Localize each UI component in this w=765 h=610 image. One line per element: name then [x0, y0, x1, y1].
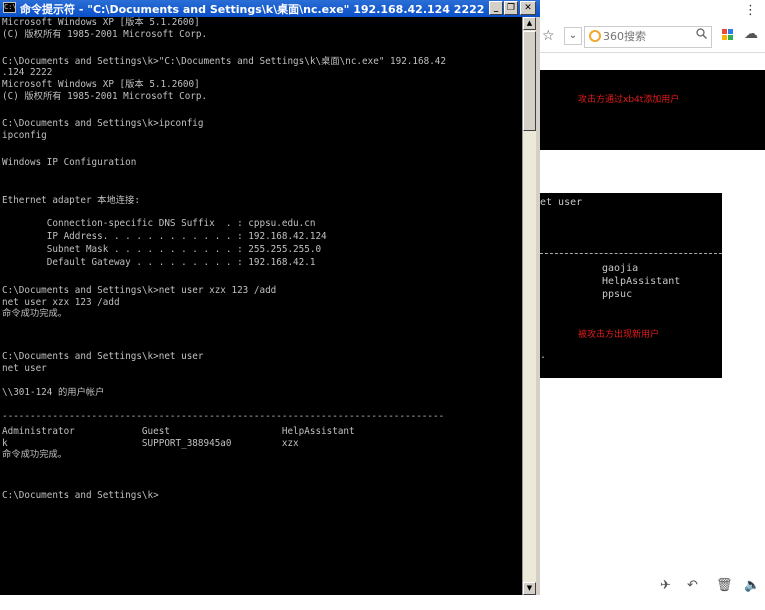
victim-netuser-text: et user	[540, 197, 583, 208]
console-line: C:\Documents and Settings\k>"C:\Document…	[2, 56, 446, 67]
more-menu-icon[interactable]: ⋮	[744, 3, 757, 18]
undo-icon[interactable]: ↶	[687, 578, 698, 593]
apps-square	[728, 29, 733, 34]
search-box[interactable]	[584, 26, 712, 48]
cmd-window: C:\ 命令提示符 - "C:\Documents and Settings\k…	[0, 0, 540, 595]
trash-icon[interactable]: 🗑	[716, 578, 733, 593]
attacker-screenshot-panel	[540, 70, 765, 150]
console-line: Microsoft Windows XP [版本 5.1.2600]	[2, 17, 200, 28]
console-line: Microsoft Windows XP [版本 5.1.2600]	[2, 79, 200, 90]
360-logo-icon	[589, 30, 601, 42]
cloud-sync-icon[interactable]: ☁	[744, 26, 758, 42]
console-line: C:\Documents and Settings\k>ipconfig	[2, 118, 204, 129]
cmd-window-icon[interactable]: C:\	[3, 2, 17, 13]
console-line: 命令成功完成。	[2, 449, 68, 460]
console-line: net user	[2, 363, 47, 374]
browser-titlebar: ⋮	[530, 0, 765, 22]
console-line: Administrator Guest HelpAssistant	[2, 426, 355, 437]
console-line: Subnet Mask . . . . . . . . . . . : 255.…	[2, 244, 322, 255]
close-button[interactable]: ✕	[520, 1, 536, 15]
apps-grid-icon[interactable]	[722, 29, 734, 41]
console-line: C:\Documents and Settings\k>net user xzx…	[2, 285, 277, 296]
scroll-thumb[interactable]	[523, 31, 536, 131]
speaker-icon[interactable]: 🔈	[744, 578, 760, 593]
console-line: (C) 版权所有 1985-2001 Microsoft Corp.	[2, 91, 208, 102]
dropdown-chevron-icon[interactable]: ⌄	[564, 27, 582, 45]
victim-caption: 被攻击方出现新用户	[578, 330, 660, 340]
browser-statusbar: ✈ ↶ 🗑 🔈	[540, 572, 765, 600]
console-line: 命令成功完成。	[2, 308, 68, 319]
console-line: (C) 版权所有 1985-2001 Microsoft Corp.	[2, 29, 208, 40]
console-line: C:\Documents and Settings\k>net user	[2, 351, 204, 362]
victim-user: ppsuc	[602, 289, 633, 300]
search-icon[interactable]	[696, 28, 707, 42]
attacker-caption: 攻击方通过xb4t添加用户	[578, 95, 680, 105]
console-line: Ethernet adapter 本地连接:	[2, 195, 140, 206]
console-line: ipconfig	[2, 130, 47, 141]
cmd-window-title: 命令提示符 - "C:\Documents and Settings\k\桌面\…	[20, 3, 485, 16]
console-line: Windows IP Configuration	[2, 157, 137, 168]
scroll-up-arrow-icon[interactable]: ▲	[523, 17, 536, 30]
apps-square	[728, 35, 733, 40]
minimize-button[interactable]: _	[489, 1, 503, 15]
restore-button[interactable]: ❐	[504, 1, 518, 15]
console-line: IP Address. . . . . . . . . . . . : 192.…	[2, 231, 327, 242]
console-line: Connection-specific DNS Suffix . : cppsu…	[2, 218, 316, 229]
victim-user: HelpAssistant	[602, 276, 681, 287]
cmd-window-border	[536, 17, 540, 595]
cmd-titlebar[interactable]: C:\ 命令提示符 - "C:\Documents and Settings\k…	[0, 0, 540, 17]
victim-user: gaojia	[602, 263, 639, 274]
scroll-down-arrow-icon[interactable]: ▼	[523, 582, 536, 595]
console-line: \\301-124 的用户帐户	[2, 387, 105, 398]
apps-square	[722, 29, 727, 34]
console-line: net user xzx 123 /add	[2, 297, 120, 308]
search-input[interactable]	[603, 28, 683, 44]
console-line: .124 2222	[2, 67, 53, 78]
victim-separator	[540, 253, 722, 254]
vertical-scrollbar[interactable]: ▲ ▼	[522, 17, 536, 595]
console-line: ----------------------------------------…	[2, 411, 445, 422]
browser-toolbar: ☆ ⌄ ☁	[530, 22, 765, 53]
console-line: Default Gateway . . . . . . . . . : 192.…	[2, 257, 316, 268]
console-line: C:\Documents and Settings\k>	[2, 490, 159, 501]
apps-square	[722, 35, 727, 40]
console-line: k SUPPORT_388945a0 xzx	[2, 438, 299, 449]
send-icon[interactable]: ✈	[660, 578, 671, 593]
console-output[interactable]: Microsoft Windows XP [版本 5.1.2600] (C) 版权…	[0, 17, 522, 595]
victim-dot-text: .	[540, 350, 547, 361]
bookmark-star-icon[interactable]: ☆	[542, 28, 555, 44]
